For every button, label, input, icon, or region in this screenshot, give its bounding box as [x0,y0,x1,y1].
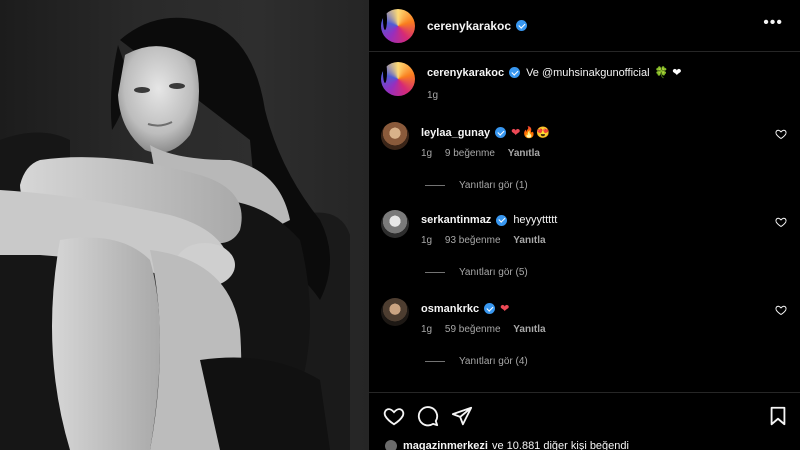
liker-avatar [385,440,397,450]
caption-time: 1g [427,90,439,101]
comment-time: 1g [421,324,433,335]
clover-emoji: 🍀 [654,67,669,79]
view-replies-button[interactable]: Yanıtları gör (1) [425,180,771,191]
comment-like-heart-icon[interactable] [775,216,787,228]
comment-username[interactable]: serkantinmaz [421,214,491,226]
reply-button[interactable]: Yanıtla [508,148,540,159]
verified-badge-icon [484,303,496,314]
comment-like-heart-icon[interactable] [775,304,787,316]
comment-username[interactable]: leylaa_gunay [421,127,490,139]
comment-likes[interactable]: 93 beğenme [445,235,501,246]
liked-by-summary[interactable]: magazinmerkezi ve 10.881 diğer kişi beğe… [385,440,629,450]
view-replies-label: Yanıtları gör (1) [459,180,528,191]
post-side-panel: cerenykarakoc ••• cerenykarakoc Ve @muhs… [368,0,800,450]
comment-heart-emoji: ❤ [511,127,521,139]
view-replies-label: Yanıtları gör (4) [459,356,528,367]
comment-username[interactable]: osmankrkc [421,303,479,315]
comment-text: heyyyttttt [513,214,558,226]
portrait-image [0,17,350,450]
heart-outline-icon[interactable] [383,405,405,427]
post-header: cerenykarakoc ••• [369,0,800,52]
more-options-icon[interactable]: ••• [763,14,783,32]
paper-plane-icon[interactable] [451,405,473,427]
liked-by-rest: ve 10.881 diğer kişi beğendi [491,440,629,450]
verified-badge-icon [496,214,508,226]
verified-badge-icon [509,67,521,78]
replies-divider [425,361,445,362]
comment-heart-emoji: ❤ [500,303,510,315]
comment-likes[interactable]: 59 beğenme [445,324,501,335]
bookmark-icon[interactable] [767,405,789,427]
view-replies-button[interactable]: Yanıtları gör (4) [425,356,771,367]
white-heart-emoji: ❤ [672,67,682,79]
verified-badge-icon [495,127,507,138]
comment-item: osmankrkc ❤ 1g 59 beğenme Yanıtla Yanıtl… [381,298,793,367]
caption-text: Ve @muhsinakgunofficial [526,66,650,79]
verified-badge-icon [516,20,528,31]
comment-like-heart-icon[interactable] [775,128,787,140]
post-caption: cerenykarakoc Ve @muhsinakgunofficial 🍀 … [381,62,791,101]
commenter-avatar[interactable] [381,122,409,150]
post-action-bar [369,392,800,438]
replies-divider [425,272,445,273]
author-username[interactable]: cerenykarakoc [427,19,511,33]
comment-item: leylaa_gunay ❤ 🔥😍 1g 9 beğenme Yanıtla Y… [381,122,793,191]
post-photo[interactable] [0,0,368,450]
comment-bubble-icon[interactable] [417,405,439,427]
comment-likes[interactable]: 9 beğenme [445,148,495,159]
caption-author-avatar[interactable] [381,62,415,96]
reply-button[interactable]: Yanıtla [513,324,545,335]
author-avatar[interactable] [381,8,415,43]
comment-item: serkantinmaz heyyyttttt 1g 93 beğenme Ya… [381,210,793,278]
comment-time: 1g [421,235,433,246]
view-replies-label: Yanıtları gör (5) [459,267,528,278]
reply-button[interactable]: Yanıtla [513,235,545,246]
caption-author[interactable]: cerenykarakoc [427,67,504,79]
comment-emoji: 🔥😍 [522,127,550,139]
view-replies-button[interactable]: Yanıtları gör (5) [425,267,771,278]
liked-by-user[interactable]: magazinmerkezi [403,440,488,450]
commenter-avatar[interactable] [381,298,409,326]
comment-time: 1g [421,148,433,159]
commenter-avatar[interactable] [381,210,409,238]
instagram-post: cerenykarakoc ••• cerenykarakoc Ve @muhs… [0,0,800,450]
replies-divider [425,185,445,186]
